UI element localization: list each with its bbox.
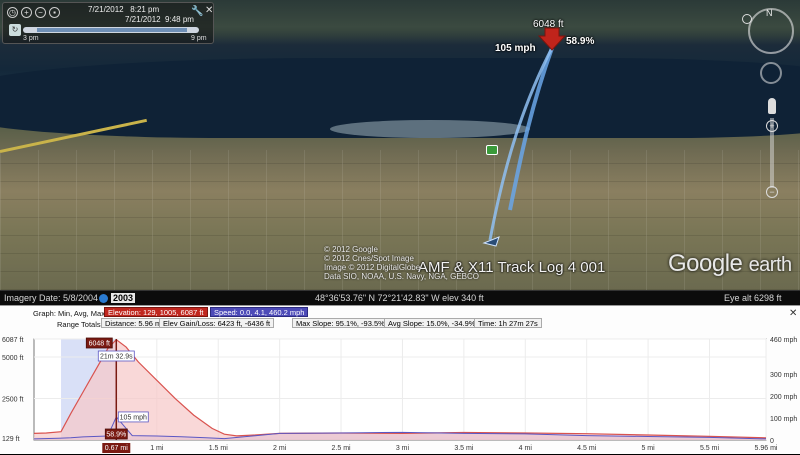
range-totals-label: Range Totals: [57, 320, 103, 329]
copyright-line: © 2012 Google [324, 245, 378, 254]
range-distance: Distance: 5.96 mi [101, 318, 167, 328]
x-tick-label: 4 mi [519, 445, 533, 452]
copyright-line: Image © 2012 DigitalGlobe [324, 263, 421, 272]
zoom-slider[interactable] [770, 118, 774, 188]
range-elev-gain-loss: Elev Gain/Loss: 6423 ft, -6436 ft [159, 318, 275, 328]
slider-label-start: 3 pm [23, 35, 39, 42]
speed-graph-toggle[interactable]: Speed: 0.0, 4.1, 460.2 mph [210, 307, 309, 317]
y-left-tick-label: 2500 ft [2, 397, 23, 404]
compass-north-label: N [766, 8, 773, 18]
cursor-speed-label: 105 mph [120, 414, 147, 421]
imagery-date: Imagery Date: 5/8/2004 [4, 293, 99, 303]
y-right-tick-label: 460 mph [770, 337, 797, 344]
close-icon[interactable]: ✕ [205, 5, 213, 16]
y-right-tick-label: 100 mph [770, 416, 797, 423]
time-range-end: 7/21/2012 9:48 pm [125, 15, 194, 24]
end-date: 7/21/2012 [125, 15, 161, 24]
x-tick-label: 0.67 mi [105, 445, 128, 452]
x-tick-label: 2 mi [273, 445, 287, 452]
elevation-profile-panel: ✕ Graph: Min, Avg, Max: Elevation: 129, … [0, 305, 800, 454]
pointer-coordinates: 48°36'53.76" N 72°21'42.83" W elev 340 f… [315, 293, 484, 303]
street-view-pegman-icon[interactable] [768, 98, 776, 114]
marker-altitude-label: 6048 ft [533, 19, 564, 30]
logo-google-text: Google [668, 250, 743, 277]
x-tick-label: 1.5 mi [209, 445, 229, 452]
x-tick-label: 3 mi [396, 445, 410, 452]
google-earth-logo: Google earth [668, 250, 792, 278]
x-tick-label: 4.5 mi [577, 445, 597, 452]
imagery-copyright: © 2012 Google © 2012 Cnes/Spot Image Ima… [324, 245, 479, 281]
y-left-tick-label: 129 ft [2, 436, 20, 443]
cursor-grade-label: 58.9% [106, 432, 126, 439]
start-time: 8:21 pm [130, 5, 160, 14]
cursor-elevation-label: 6048 ft [89, 341, 110, 348]
historical-imagery-icon[interactable] [99, 294, 108, 303]
wrench-icon[interactable]: 🔧 [191, 6, 203, 17]
range-avg-slope: Avg Slope: 15.0%, -34.9% [384, 318, 480, 328]
zoom-out-time-button[interactable]: − [35, 7, 46, 18]
status-bar: Imagery Date: 5/8/2004 2003 48°36'53.76"… [0, 290, 800, 305]
eye-altitude: Eye alt 6298 ft [724, 293, 782, 303]
marker-grade-label: 58.9% [566, 36, 595, 47]
x-tick-label: 1 mi [150, 445, 164, 452]
zoom-in-time-button[interactable]: + [21, 7, 32, 18]
zoom-fit-time-button[interactable]: ▪ [49, 7, 60, 18]
slider-label-end: 9 pm [191, 35, 207, 42]
x-tick-label: 2.5 mi [332, 445, 352, 452]
range-time: Time: 1h 27m 27s [474, 318, 542, 328]
range-max-slope: Max Slope: 95.1%, -93.5% [292, 318, 389, 328]
copyright-line: © 2012 Cnes/Spot Image [324, 254, 414, 263]
min-avg-max-label: Min, Avg, Max: [58, 309, 108, 318]
x-tick-label: 5.5 mi [700, 445, 720, 452]
time-slider-range[interactable] [37, 28, 187, 32]
copyright-line: Data SIO, NOAA, U.S. Navy, NGA, GEBCO [324, 272, 479, 281]
position-marker-icon [537, 27, 567, 51]
start-date: 7/21/2012 [88, 5, 124, 14]
x-tick-label: 5 mi [641, 445, 655, 452]
y-left-tick-label: 6087 ft [2, 337, 23, 344]
historical-imagery-slider: ◷ + − ▪ 7/21/2012 8:21 pm 7/21/2012 9:48… [2, 2, 214, 44]
x-tick-label: 3.5 mi [454, 445, 474, 452]
x-tick-label: 5.96 mi [755, 445, 778, 452]
play-loop-button[interactable]: ↻ [9, 24, 21, 36]
cursor-time-label: 21m 32.9s [100, 354, 133, 361]
zoom-out-button[interactable]: − [766, 186, 778, 198]
marker-speed-label: 105 mph [495, 43, 536, 54]
track-path-ascent [508, 47, 554, 211]
logo-earth-text: earth [748, 254, 793, 276]
move-joystick[interactable] [760, 62, 782, 84]
historical-year-badge[interactable]: 2003 [111, 293, 136, 303]
elevation-speed-chart[interactable]: 0.67 mi 1 mi 1.5 mi 2 mi 2.5 mi 3 mi 3.5 mi 4 m… [0, 336, 800, 455]
y-left-tick-label: 5000 ft [2, 355, 23, 362]
y-right-tick-label: 0 [770, 438, 774, 445]
graph-label: Graph: [33, 309, 56, 318]
time-range-start: 7/21/2012 8:21 pm [88, 5, 159, 14]
y-right-tick-label: 200 mph [770, 394, 797, 401]
elevation-graph-toggle[interactable]: Elevation: 129, 1005, 6087 ft [104, 307, 208, 317]
map-viewport[interactable]: 6048 ft 105 mph 58.9% AMF & X11 Track Lo… [0, 0, 800, 290]
clock-icon[interactable]: ◷ [7, 7, 18, 18]
y-right-tick-label: 300 mph [770, 372, 797, 379]
close-profile-button[interactable]: ✕ [789, 308, 797, 319]
end-time: 9:48 pm [165, 15, 194, 24]
